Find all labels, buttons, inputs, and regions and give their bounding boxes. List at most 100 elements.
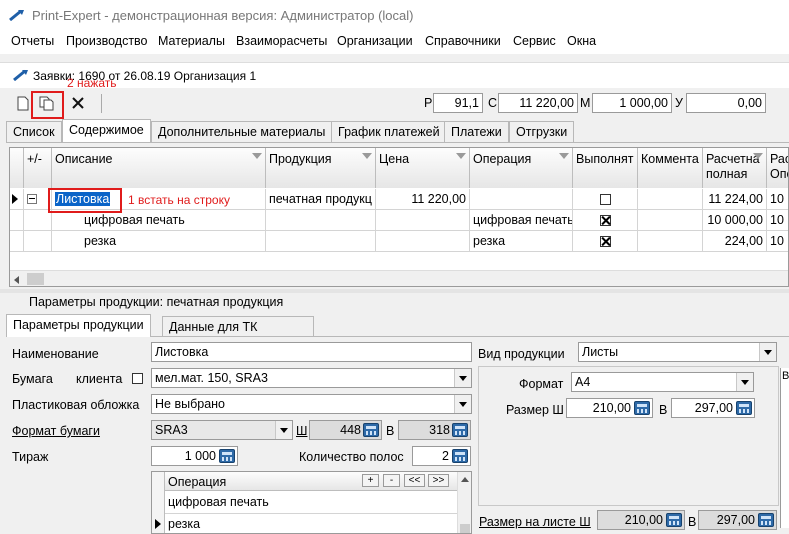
- menu-windows[interactable]: Окна: [567, 34, 596, 48]
- table-row-operation[interactable]: [470, 189, 573, 210]
- paper-width-input[interactable]: 448: [309, 420, 382, 440]
- size-height-input[interactable]: 297,00: [671, 398, 755, 418]
- tab-extra-materials[interactable]: Дополнительные материалы: [151, 121, 333, 142]
- table-row-done[interactable]: [573, 210, 638, 231]
- grid-header-description[interactable]: Описание: [52, 148, 266, 188]
- tab-payments[interactable]: Платежи: [444, 121, 509, 142]
- table-row-comment[interactable]: [638, 210, 703, 231]
- table-row-calc-full[interactable]: 224,00: [703, 231, 767, 252]
- table-row-calc-op[interactable]: 10: [767, 231, 788, 252]
- tab-tk-data[interactable]: Данные для ТК: [162, 316, 314, 337]
- paper-height-input[interactable]: 318: [398, 420, 471, 440]
- table-row-calc-full[interactable]: 11 224,00: [703, 189, 767, 210]
- grid-header-comment[interactable]: Коммента: [638, 148, 703, 188]
- plastic-cover-select[interactable]: Не выбрано: [151, 394, 472, 414]
- total-field-c[interactable]: 11 220,00: [498, 93, 578, 113]
- table-row-price[interactable]: [376, 231, 470, 252]
- table-row-description[interactable]: резка: [52, 231, 266, 252]
- grid-header-calc-full[interactable]: Расчетна полная: [703, 148, 767, 188]
- table-row-operation[interactable]: резка: [470, 231, 573, 252]
- scroll-thumb[interactable]: [460, 524, 470, 533]
- tab-payment-schedule[interactable]: График платежей: [331, 121, 447, 142]
- menu-reports[interactable]: Отчеты: [11, 34, 54, 48]
- new-document-icon[interactable]: [17, 96, 29, 111]
- menu-service[interactable]: Сервис: [513, 34, 556, 48]
- calculator-icon[interactable]: [219, 449, 235, 463]
- ops-remove-button[interactable]: -: [383, 474, 400, 487]
- grid-header-calc-op[interactable]: Рас Опе: [767, 148, 788, 188]
- calculator-icon[interactable]: [452, 423, 468, 437]
- ops-move-down-button[interactable]: >>: [428, 474, 449, 487]
- table-row-price[interactable]: [376, 210, 470, 231]
- chevron-down-icon[interactable]: [454, 369, 471, 387]
- chevron-down-icon[interactable]: [736, 373, 753, 391]
- scroll-left-icon[interactable]: [14, 276, 19, 284]
- tab-shipments[interactable]: Отгрузки: [509, 121, 575, 142]
- list-item[interactable]: цифровая печать: [168, 495, 269, 509]
- grid-header-product[interactable]: Продукция: [266, 148, 376, 188]
- total-field-r[interactable]: 91,1: [433, 93, 483, 113]
- calculator-icon[interactable]: [666, 513, 682, 527]
- table-row-comment[interactable]: [638, 231, 703, 252]
- tab-product-params[interactable]: Параметры продукции: [6, 314, 151, 337]
- scroll-thumb[interactable]: [27, 273, 44, 285]
- calculator-icon[interactable]: [736, 401, 752, 415]
- ops-move-up-button[interactable]: <<: [404, 474, 425, 487]
- sheet-height-input[interactable]: 297,00: [698, 510, 777, 530]
- delete-icon[interactable]: [71, 96, 85, 110]
- table-row-price[interactable]: 11 220,00: [376, 189, 470, 210]
- menu-organizations[interactable]: Организации: [337, 34, 413, 48]
- table-row-operation[interactable]: цифровая печать: [470, 210, 573, 231]
- table-row-product[interactable]: [266, 210, 376, 231]
- scroll-up-icon[interactable]: [461, 477, 469, 482]
- table-row-product[interactable]: [266, 231, 376, 252]
- chevron-down-icon[interactable]: [454, 395, 471, 413]
- menu-settlements[interactable]: Взаиморасчеты: [236, 34, 327, 48]
- grid-horizontal-scrollbar[interactable]: [10, 270, 788, 286]
- done-checkbox[interactable]: [599, 236, 611, 248]
- sheet-size-link[interactable]: Размер на листе Ш: [479, 515, 591, 529]
- paper-format-select[interactable]: SRA3: [151, 420, 293, 440]
- ops-vertical-scrollbar[interactable]: [457, 472, 471, 533]
- product-kind-select[interactable]: Листы: [578, 342, 777, 362]
- run-input[interactable]: 1 000: [151, 446, 238, 466]
- list-item[interactable]: резка: [168, 517, 200, 531]
- tab-list[interactable]: Список: [6, 121, 62, 142]
- done-checkbox[interactable]: [599, 194, 611, 206]
- calculator-icon[interactable]: [758, 513, 774, 527]
- table-row-comment[interactable]: [638, 189, 703, 210]
- grid-header-operation[interactable]: Операция: [470, 148, 573, 188]
- grid-header-price[interactable]: Цена: [376, 148, 470, 188]
- menu-reference[interactable]: Справочники: [425, 34, 501, 48]
- chevron-down-icon[interactable]: [759, 343, 776, 361]
- table-row-product[interactable]: печатная продукц: [266, 189, 376, 210]
- pages-input[interactable]: 2: [412, 446, 471, 466]
- table-row-calc-op[interactable]: 10: [767, 210, 788, 231]
- calculator-icon[interactable]: [452, 449, 468, 463]
- format-select[interactable]: А4: [571, 372, 754, 392]
- calculator-icon[interactable]: [363, 423, 379, 437]
- menu-production[interactable]: Производство: [66, 34, 148, 48]
- table-row-description[interactable]: цифровая печать: [52, 210, 266, 231]
- chevron-down-icon[interactable]: [275, 421, 292, 439]
- total-field-m[interactable]: 1 000,00: [592, 93, 672, 113]
- paper-format-link[interactable]: Формат бумаги: [12, 424, 100, 438]
- panel-splitter[interactable]: [0, 289, 789, 293]
- total-field-u[interactable]: 0,00: [686, 93, 766, 113]
- client-paper-checkbox[interactable]: [132, 373, 143, 384]
- sheet-width-input[interactable]: 210,00: [597, 510, 685, 530]
- table-row-calc-op[interactable]: 10: [767, 189, 788, 210]
- calculator-icon[interactable]: [634, 401, 650, 415]
- tab-contents[interactable]: Содержимое: [62, 119, 151, 142]
- grid-header-done[interactable]: Выполнят: [573, 148, 638, 188]
- menu-materials[interactable]: Материалы: [158, 34, 225, 48]
- table-row-done[interactable]: [573, 189, 638, 210]
- table-row-calc-full[interactable]: 10 000,00: [703, 210, 767, 231]
- size-width-input[interactable]: 210,00: [566, 398, 653, 418]
- table-row-done[interactable]: [573, 231, 638, 252]
- done-checkbox[interactable]: [599, 215, 611, 227]
- paper-select[interactable]: мел.мат. 150, SRA3: [151, 368, 472, 388]
- name-input[interactable]: Листовка: [151, 342, 472, 362]
- ops-add-button[interactable]: +: [362, 474, 379, 487]
- grid-header-expand[interactable]: +/-: [24, 148, 52, 188]
